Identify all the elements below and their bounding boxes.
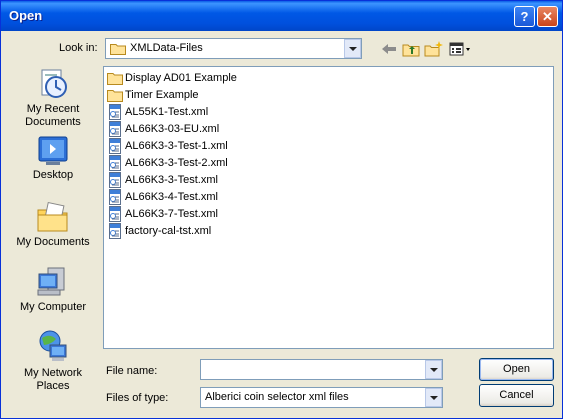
xml-file-icon	[109, 155, 121, 171]
desktop-icon	[38, 136, 68, 165]
file-name-text: AL66K3-3-Test.xml	[125, 174, 218, 186]
file-type-value: Alberici coin selector xml files	[205, 391, 349, 403]
place-label: My Computer	[19, 301, 87, 313]
title-bar[interactable]: Open ? ✕	[1, 1, 562, 31]
xml-file-icon	[109, 121, 121, 137]
file-name-text: Timer Example	[125, 89, 199, 101]
folder-icon	[107, 73, 123, 85]
places-bar: My Recent Documents Desktop My Documents…	[9, 65, 97, 395]
close-button[interactable]: ✕	[537, 6, 558, 27]
file-name-text: Display AD01 Example	[125, 72, 237, 84]
place-desktop[interactable]: Desktop	[9, 135, 97, 182]
window-title: Open	[9, 8, 43, 23]
recent-documents-icon	[41, 69, 67, 98]
file-name-text: AL66K3-4-Test.xml	[125, 191, 218, 203]
file-name-label: File name:	[106, 365, 158, 377]
file-name-input[interactable]	[200, 359, 443, 380]
folder-icon	[107, 90, 123, 102]
cancel-button[interactable]: Cancel	[479, 384, 554, 407]
xml-file-icon	[109, 104, 121, 120]
new-folder-icon[interactable]	[424, 40, 444, 58]
open-button[interactable]: Open	[479, 358, 554, 381]
up-folder-icon[interactable]	[401, 40, 421, 58]
place-label: My Documents	[16, 236, 90, 248]
xml-file-icon	[109, 206, 121, 222]
look-in-dropdown[interactable]: XMLData-Files	[105, 38, 362, 59]
look-in-dropdown-button[interactable]	[344, 39, 361, 58]
file-name-text: AL66K3-03-EU.xml	[125, 123, 220, 135]
file-name-text: AL66K3-7-Test.xml	[125, 208, 218, 220]
file-name-dropdown-button[interactable]	[425, 360, 442, 379]
file-type-dropdown-button[interactable]	[425, 388, 442, 407]
file-name-text: factory-cal-tst.xml	[125, 225, 212, 237]
look-in-label: Look in:	[59, 42, 98, 54]
network-places-icon	[39, 330, 67, 361]
place-my-recent-documents[interactable]: My Recent Documents	[9, 67, 97, 129]
file-name-text: AL66K3-3-Test-1.xml	[125, 140, 228, 152]
look-in-value: XMLData-Files	[130, 42, 203, 54]
file-type-label: Files of type:	[106, 392, 169, 404]
file-name-text: AL66K3-3-Test-2.xml	[125, 157, 228, 169]
place-label: My Network Places	[23, 367, 83, 392]
place-my-documents[interactable]: My Documents	[9, 200, 97, 249]
my-documents-icon	[37, 201, 68, 232]
file-list[interactable]: Display AD01 Example Timer Example AL55K…	[103, 66, 554, 349]
help-button[interactable]: ?	[514, 6, 535, 27]
place-label: My Recent Documents	[25, 103, 81, 128]
open-dialog: Open ? ✕ Look in: XMLData-Files My Recen…	[0, 0, 563, 419]
xml-file-icon	[109, 223, 121, 239]
file-type-dropdown[interactable]: Alberici coin selector xml files	[200, 387, 443, 408]
my-computer-icon	[37, 267, 65, 296]
place-my-network-places[interactable]: My Network Places	[9, 329, 97, 393]
views-menu-icon[interactable]	[448, 40, 472, 58]
place-label: Desktop	[32, 169, 74, 181]
back-arrow-icon[interactable]	[379, 40, 399, 58]
xml-file-icon	[109, 172, 121, 188]
place-my-computer[interactable]: My Computer	[9, 265, 97, 314]
xml-file-icon	[109, 138, 121, 154]
xml-file-icon	[109, 189, 121, 205]
folder-icon	[110, 44, 126, 55]
file-name-text: AL55K1-Test.xml	[125, 106, 209, 118]
